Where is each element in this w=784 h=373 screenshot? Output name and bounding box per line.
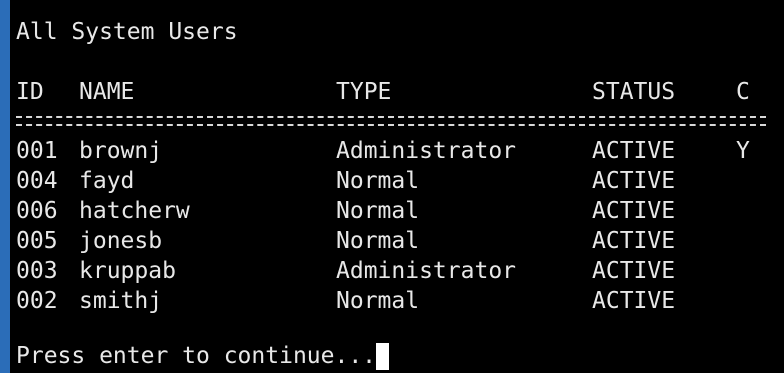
header-divider xyxy=(16,116,766,126)
column-header-status: STATUS xyxy=(592,79,676,105)
user-type: Normal xyxy=(336,198,420,224)
user-status: ACTIVE xyxy=(592,228,676,254)
text-cursor xyxy=(376,343,390,370)
table-row: 005 jonesb Normal ACTIVE xyxy=(10,226,784,256)
user-type: Administrator xyxy=(336,138,517,164)
user-id: 005 xyxy=(16,228,58,254)
terminal-window[interactable]: All System Users ID NAME TYPE STATUS C 0… xyxy=(10,0,784,373)
column-header-type: TYPE xyxy=(336,79,392,105)
prompt-text: Press enter to continue... xyxy=(16,343,377,369)
user-type: Normal xyxy=(336,228,420,254)
user-type: Normal xyxy=(336,288,420,314)
user-id: 002 xyxy=(16,288,58,314)
column-header-id: ID xyxy=(16,79,44,105)
continue-prompt[interactable]: Press enter to continue... xyxy=(16,341,390,371)
screen-title: All System Users xyxy=(16,19,238,45)
table-row: 001 brownj Administrator ACTIVE Y xyxy=(10,136,784,166)
user-status: ACTIVE xyxy=(592,138,676,164)
table-row: 002 smithj Normal ACTIVE xyxy=(10,286,784,316)
table-row: 004 fayd Normal ACTIVE xyxy=(10,166,784,196)
user-status: ACTIVE xyxy=(592,168,676,194)
user-c-flag: Y xyxy=(736,138,750,164)
user-name: brownj xyxy=(79,138,163,164)
user-id: 003 xyxy=(16,258,58,284)
table-row: 003 kruppab Administrator ACTIVE xyxy=(10,256,784,286)
user-id: 004 xyxy=(16,168,58,194)
user-name: jonesb xyxy=(79,228,163,254)
user-name: hatcherw xyxy=(79,198,190,224)
user-type: Administrator xyxy=(336,258,517,284)
column-header-c: C xyxy=(736,79,750,105)
user-status: ACTIVE xyxy=(592,198,676,224)
user-name: kruppab xyxy=(79,258,176,284)
user-type: Normal xyxy=(336,168,420,194)
user-id: 006 xyxy=(16,198,58,224)
users-table: 001 brownj Administrator ACTIVE Y 004 fa… xyxy=(10,136,784,316)
column-header-name: NAME xyxy=(79,79,135,105)
user-name: fayd xyxy=(79,168,135,194)
user-id: 001 xyxy=(16,138,58,164)
user-status: ACTIVE xyxy=(592,288,676,314)
table-header: ID NAME TYPE STATUS C xyxy=(10,77,784,107)
user-name: smithj xyxy=(79,288,163,314)
user-status: ACTIVE xyxy=(592,258,676,284)
window-edge-bar xyxy=(0,0,10,373)
table-row: 006 hatcherw Normal ACTIVE xyxy=(10,196,784,226)
